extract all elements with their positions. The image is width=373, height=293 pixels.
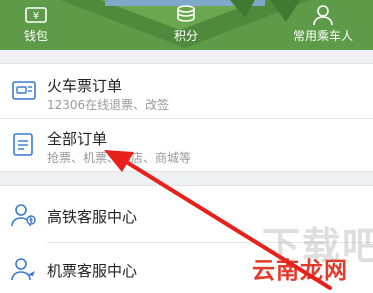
rail-support-icon bbox=[11, 203, 37, 231]
train-ticket-icon bbox=[11, 79, 37, 107]
coins-icon bbox=[175, 0, 197, 26]
person-icon bbox=[312, 0, 334, 26]
flight-support-title: 机票客服中心 bbox=[47, 262, 138, 280]
all-orders-title: 全部订单 bbox=[47, 130, 108, 148]
wallet-icon: ¥ bbox=[25, 0, 47, 26]
flight-support-icon bbox=[11, 257, 37, 285]
orders-group: 火车票订单 12306在线退票、改签 全部订单 抢票、机票、酒店、商城等 bbox=[0, 63, 373, 172]
order-list-icon bbox=[11, 132, 35, 162]
train-ticket-order-title: 火车票订单 bbox=[47, 77, 123, 95]
train-ticket-order-subtitle: 12306在线退票、改签 bbox=[47, 98, 170, 112]
train-ticket-order-row[interactable]: 火车票订单 12306在线退票、改签 bbox=[0, 64, 373, 118]
nav-wallet[interactable]: ¥ 钱包 bbox=[8, 0, 64, 50]
rail-support-title: 高铁客服中心 bbox=[47, 208, 138, 226]
nav-points-label: 积分 bbox=[173, 29, 198, 43]
nav-passengers[interactable]: 常用乘车人 bbox=[278, 0, 368, 50]
nav-passengers-label: 常用乘车人 bbox=[292, 29, 353, 43]
nav-points[interactable]: 积分 bbox=[158, 0, 214, 50]
all-orders-row[interactable]: 全部订单 抢票、机票、酒店、商城等 bbox=[0, 119, 373, 173]
all-orders-subtitle: 抢票、机票、酒店、商城等 bbox=[47, 151, 192, 165]
header-bar: ¥ 钱包 积分 常用乘车人 bbox=[0, 0, 373, 50]
watermark-brand-text: 云南龙网 bbox=[252, 258, 348, 284]
svg-text:¥: ¥ bbox=[33, 11, 39, 22]
nav-wallet-label: 钱包 bbox=[23, 29, 48, 43]
